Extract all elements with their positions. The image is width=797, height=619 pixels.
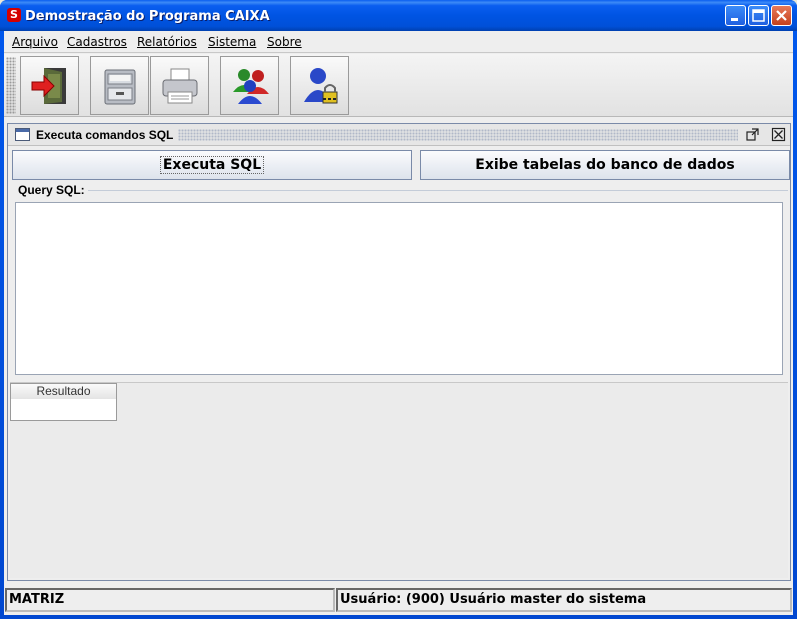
minimize-icon [731, 18, 738, 21]
printer-icon [162, 68, 198, 104]
internal-frame-title-bar[interactable]: Executa comandos SQL [8, 124, 790, 146]
status-user: Usuário: (900) Usuário master do sistema [336, 588, 792, 612]
expand-icon [746, 128, 759, 141]
group-divider [88, 190, 788, 191]
print-button[interactable] [150, 56, 209, 115]
show-tables-button[interactable]: Exibe tabelas do banco de dados [420, 150, 790, 180]
menu-arquivo[interactable]: Arquivo [12, 35, 58, 49]
title-bar[interactable]: S Demostração do Programa CAIXA [0, 0, 797, 31]
execute-sql-label: Executa SQL [159, 156, 265, 174]
results-pane: Resultado [10, 382, 788, 578]
user-lock-icon [304, 68, 338, 104]
result-table-body[interactable] [10, 399, 117, 421]
sql-internal-frame: Executa comandos SQL Executa SQL Exibe t… [7, 123, 791, 581]
menu-sobre[interactable]: Sobre [267, 35, 302, 49]
status-bar: MATRIZ Usuário: (900) Usuário master do … [4, 586, 793, 612]
internal-frame-title: Executa comandos SQL [36, 128, 174, 142]
main-frame: Arquivo Cadastros Relatórios Sistema Sob… [4, 31, 793, 615]
show-tables-label: Exibe tabelas do banco de dados [475, 157, 735, 173]
window-title: Demostração do Programa CAIXA [25, 9, 270, 24]
execute-sql-button[interactable]: Executa SQL [12, 150, 412, 180]
registry-button[interactable] [90, 56, 149, 115]
toolbar-grip[interactable] [6, 57, 16, 114]
exit-button[interactable] [20, 56, 79, 115]
exit-door-icon [31, 68, 66, 104]
query-sql-label: Query SQL: [18, 183, 85, 197]
result-column-header[interactable]: Resultado [10, 383, 117, 400]
window-icon [15, 128, 30, 141]
file-cabinet-icon [104, 69, 136, 105]
query-sql-textarea[interactable] [15, 202, 783, 375]
close-window-button[interactable] [771, 5, 792, 26]
security-button[interactable] [290, 56, 349, 115]
menu-bar: Arquivo Cadastros Relatórios Sistema Sob… [4, 31, 793, 53]
maximize-button[interactable] [748, 5, 769, 26]
close-icon [771, 127, 786, 142]
toolbar [4, 54, 793, 117]
app-logo-icon: S [7, 8, 21, 22]
menu-sistema[interactable]: Sistema [208, 35, 256, 49]
minimize-button[interactable] [725, 5, 746, 26]
maximize-internal-button[interactable] [745, 127, 760, 142]
users-group-icon [233, 69, 269, 104]
maximize-icon [752, 9, 765, 22]
status-branch: MATRIZ [5, 588, 335, 612]
menu-cadastros[interactable]: Cadastros [67, 35, 127, 49]
menu-relatorios[interactable]: Relatórios [137, 35, 197, 49]
users-button[interactable] [220, 56, 279, 115]
close-internal-button[interactable] [771, 127, 786, 142]
title-grip [178, 129, 738, 141]
app-window: S Demostração do Programa CAIXA Arquivo … [0, 0, 797, 619]
close-icon [776, 10, 787, 21]
